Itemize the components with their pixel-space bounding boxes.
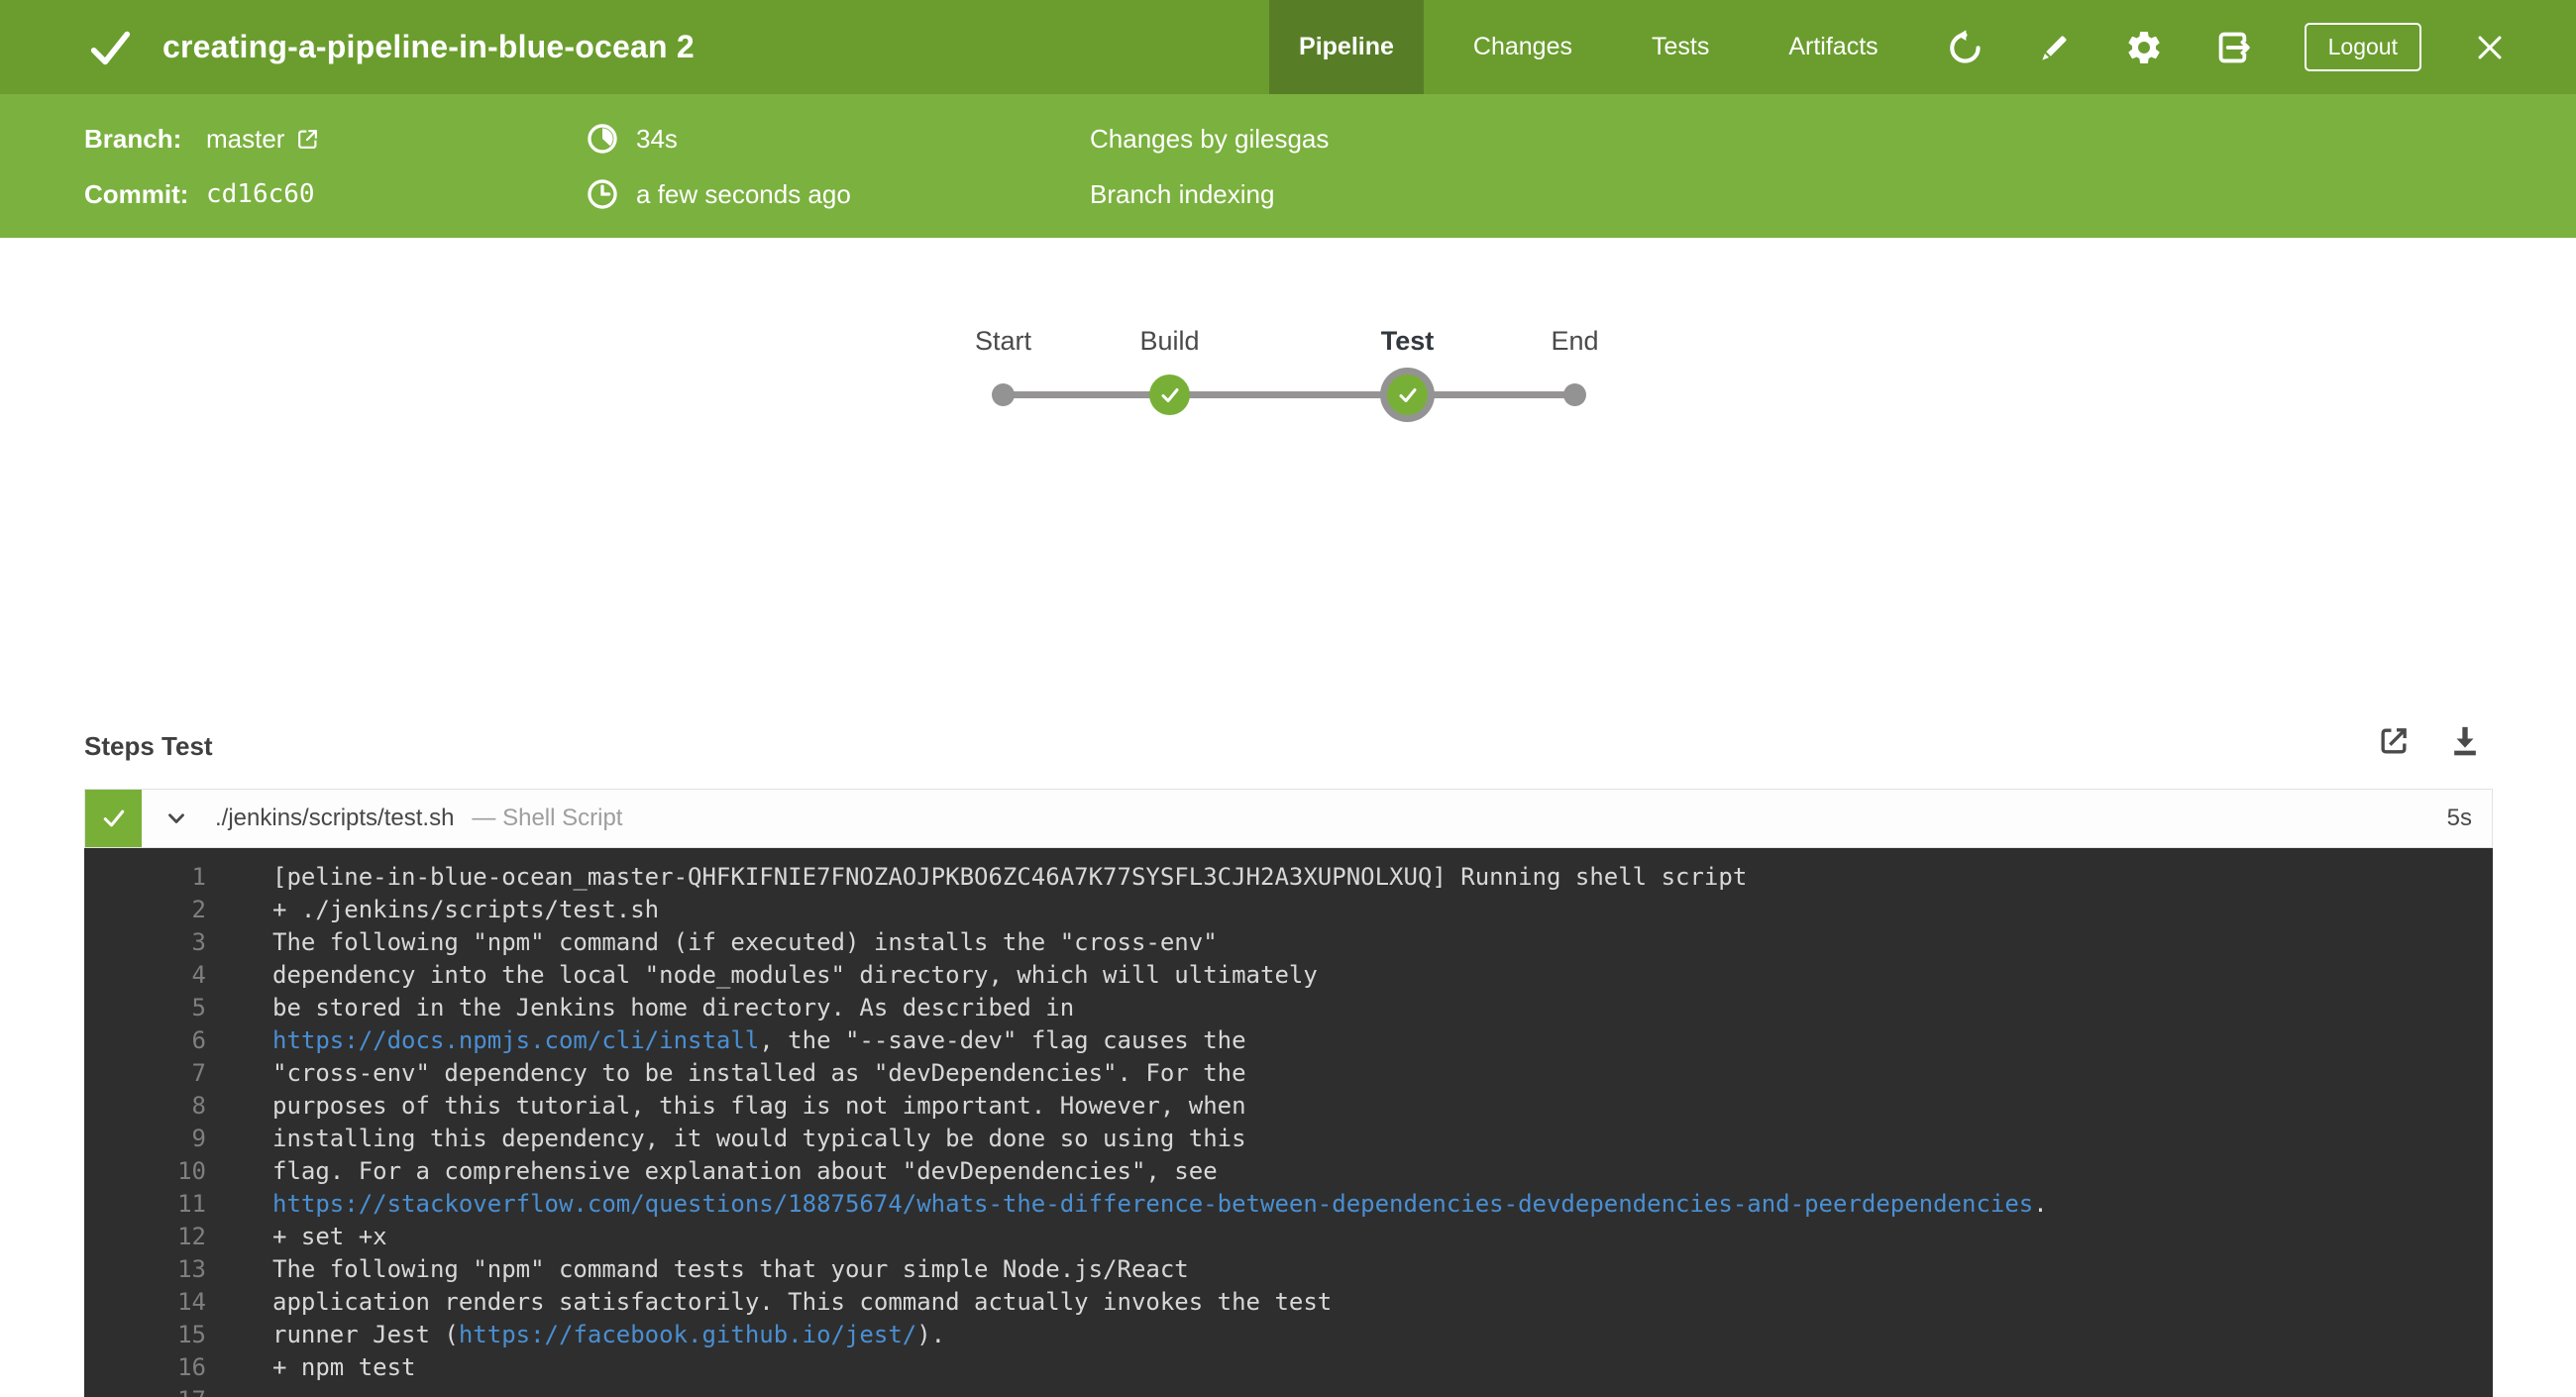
commit-value: cd16c60 (206, 179, 315, 209)
download-log-icon[interactable] (2445, 721, 2485, 761)
step-row-shell-script[interactable]: ./jenkins/scripts/test.sh — Shell Script… (84, 789, 2493, 848)
open-log-external-icon[interactable] (2374, 721, 2414, 761)
stage-start-label: Start (974, 326, 1032, 356)
steps-section-title: Steps Test (84, 731, 213, 761)
line-number[interactable]: 16 (84, 1351, 206, 1384)
commit-label: Commit: (84, 178, 189, 209)
line-number[interactable]: 17 (84, 1384, 206, 1397)
pipeline-edge (1003, 391, 1574, 398)
time-group: 34s a few seconds ago (585, 111, 851, 222)
build-success-node (1149, 375, 1190, 415)
console-line: 9 installing this dependency, it would ty… (84, 1123, 2493, 1155)
end-node (1563, 383, 1586, 406)
edit-icon[interactable] (2037, 30, 2073, 65)
console-line: 8 purposes of this tutorial, this flag is… (84, 1090, 2493, 1123)
line-number[interactable]: 10 (84, 1155, 206, 1188)
logout-button[interactable]: Logout (2304, 23, 2421, 71)
chevron-down-icon[interactable] (163, 806, 189, 831)
console-line: 4 dependency into the local "node_modules… (84, 959, 2493, 992)
top-bar: creating-a-pipeline-in-blue-ocean 2 Pipe… (0, 0, 2576, 94)
branch-external-link-icon[interactable] (294, 126, 321, 153)
console-line: 5 be stored in the Jenkins home directory… (84, 992, 2493, 1024)
branch-value: master (206, 123, 285, 154)
duration-icon (585, 121, 622, 157)
console-line: 16 + npm test (84, 1351, 2493, 1384)
top-bar-right: Pipeline Changes Tests Artifacts Logout (1269, 0, 2576, 94)
run-info-bar: Branch: master Commit: cd16c60 34s a few… (0, 94, 2576, 238)
step-duration: 5s (2446, 805, 2472, 831)
line-number[interactable]: 7 (84, 1057, 206, 1090)
line-number[interactable]: 12 (84, 1221, 206, 1253)
console-line: 15 runner Jest (https://facebook.github.i… (84, 1319, 2493, 1351)
settings-gear-icon[interactable] (2124, 28, 2164, 67)
line-number[interactable]: 14 (84, 1286, 206, 1319)
stage-test[interactable]: Test (1380, 326, 1435, 422)
step-type: — Shell Script (472, 805, 623, 831)
test-success-node (1387, 375, 1428, 415)
tab-bar: Pipeline Changes Tests Artifacts (1269, 0, 1908, 94)
start-node (992, 383, 1015, 406)
stage-end[interactable]: End (1551, 326, 1599, 406)
close-icon[interactable] (2473, 31, 2507, 64)
line-number[interactable]: 8 (84, 1090, 206, 1123)
line-number[interactable]: 3 (84, 926, 206, 959)
console-line: 13 The following "npm" command tests that… (84, 1253, 2493, 1286)
step-name: ./jenkins/scripts/test.sh (215, 805, 455, 831)
console-line: 12 + set +x (84, 1221, 2493, 1253)
stage-end-label: End (1551, 326, 1599, 356)
line-number[interactable]: 6 (84, 1024, 206, 1057)
console-line: 11 https://stackoverflow.com/questions/18… (84, 1188, 2493, 1221)
stage-start[interactable]: Start (975, 326, 1031, 406)
blue-ocean-pipeline-page: creating-a-pipeline-in-blue-ocean 2 Pipe… (0, 0, 2576, 1397)
line-number[interactable]: 9 (84, 1123, 206, 1155)
branch-commit-group: Branch: master Commit: cd16c60 (84, 111, 321, 222)
console-line: 17 (84, 1384, 2493, 1397)
header-actions: Logout (1948, 23, 2507, 71)
duration-value: 34s (636, 123, 678, 154)
changes-group: Changes by gilesgas Branch indexing (1090, 111, 1329, 222)
changes-author: Changes by gilesgas (1090, 123, 1330, 154)
rerun-icon[interactable] (1948, 29, 1986, 66)
console-line: 6 https://docs.npmjs.com/cli/install, the… (84, 1024, 2493, 1057)
page-title: creating-a-pipeline-in-blue-ocean 2 (162, 29, 695, 64)
stage-build[interactable]: Build (1139, 326, 1200, 415)
started-value: a few seconds ago (636, 178, 851, 209)
run-header: creating-a-pipeline-in-blue-ocean 2 (0, 25, 695, 70)
console-line: 2 + ./jenkins/scripts/test.sh (84, 894, 2493, 926)
line-number[interactable]: 11 (84, 1188, 206, 1221)
console-line: 14 application renders satisfactorily. Th… (84, 1286, 2493, 1319)
tab-tests[interactable]: Tests (1622, 0, 1739, 94)
tab-artifacts[interactable]: Artifacts (1759, 0, 1907, 94)
log-toolbar (2374, 721, 2485, 761)
console-line: 1 [peline-in-blue-ocean_master-QHFKIFNIE7… (84, 861, 2493, 894)
line-number[interactable]: 15 (84, 1319, 206, 1351)
success-check-icon (87, 25, 133, 70)
exit-to-classic-icon[interactable] (2215, 29, 2253, 66)
console-line: 3 The following "npm" command (if execute… (84, 926, 2493, 959)
line-number[interactable]: 4 (84, 959, 206, 992)
line-number[interactable]: 2 (84, 894, 206, 926)
console-link[interactable]: https://facebook.github.io/jest/ (459, 1321, 916, 1348)
console-link[interactable]: https://stackoverflow.com/questions/1887… (272, 1190, 2033, 1218)
clock-icon (585, 176, 622, 212)
branch-label: Branch: (84, 123, 182, 154)
tab-changes[interactable]: Changes (1444, 0, 1602, 94)
stage-test-label: Test (1380, 326, 1435, 356)
line-number[interactable]: 13 (84, 1253, 206, 1286)
run-cause: Branch indexing (1090, 178, 1275, 209)
console-link[interactable]: https://docs.npmjs.com/cli/install (272, 1026, 759, 1054)
tab-pipeline[interactable]: Pipeline (1269, 0, 1424, 94)
console-line: 10 flag. For a comprehensive explanation … (84, 1155, 2493, 1188)
line-number[interactable]: 1 (84, 861, 206, 894)
step-status-strip (85, 790, 142, 847)
stage-build-label: Build (1139, 326, 1200, 356)
test-selected-ring (1380, 368, 1435, 422)
console-line: 7 "cross-env" dependency to be installed … (84, 1057, 2493, 1090)
console-log[interactable]: 1 [peline-in-blue-ocean_master-QHFKIFNIE7… (84, 848, 2493, 1397)
line-number[interactable]: 5 (84, 992, 206, 1024)
